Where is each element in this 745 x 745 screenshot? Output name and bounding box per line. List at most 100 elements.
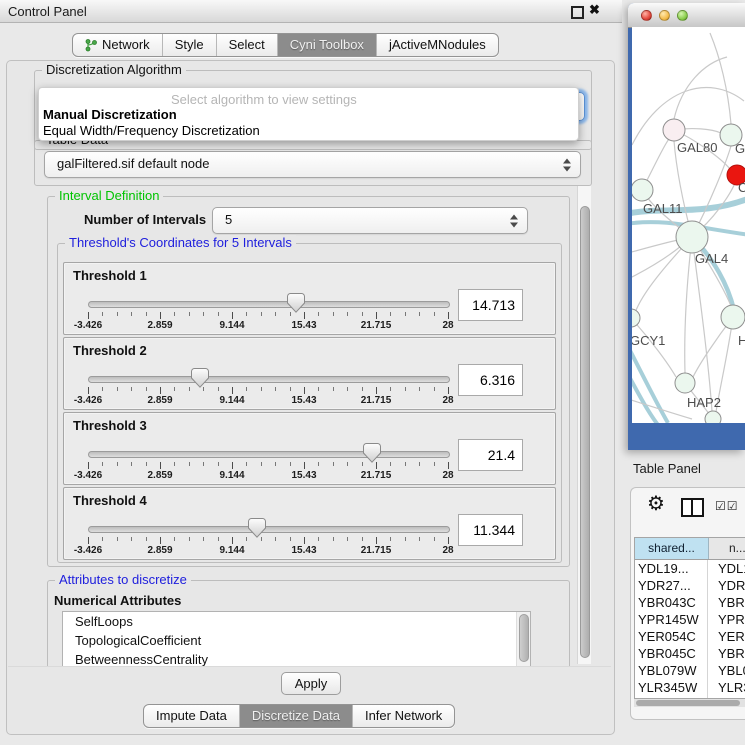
node-gal11[interactable] — [632, 179, 653, 201]
panel-title: Control Panel — [8, 4, 87, 19]
slider-handle[interactable] — [363, 443, 381, 463]
algorithm-dropdown-popup: Select algorithm to view settings Manual… — [38, 87, 579, 141]
slider-handle[interactable] — [248, 518, 266, 538]
node-label: GAL4 — [695, 251, 728, 266]
apply-button[interactable]: Apply — [281, 672, 341, 695]
table-cell: YER054C — [635, 628, 708, 645]
table-data-combobox[interactable]: galFiltered.sif default node — [44, 151, 581, 178]
tab-discretize-data[interactable]: Discretize Data — [240, 705, 353, 727]
split-view-icon[interactable] — [681, 498, 704, 517]
scrollbar-thumb[interactable] — [580, 206, 590, 658]
threshold-1-slider[interactable] — [88, 301, 450, 308]
float-window-icon[interactable] — [571, 6, 584, 19]
tab-label: jActiveMNodules — [389, 34, 486, 56]
screen: Control Panel ✖ Network Style Select Cyn… — [0, 0, 745, 745]
threshold-2-value[interactable]: 6.316 — [458, 364, 523, 396]
node-label: GAL80 — [677, 140, 717, 155]
tab-select[interactable]: Select — [217, 34, 278, 56]
node-gal80[interactable] — [663, 119, 685, 141]
slider-handle[interactable] — [287, 293, 305, 313]
tab-jactivemnodules[interactable]: jActiveMNodules — [377, 34, 498, 56]
table-header: shared... n... — [635, 538, 745, 560]
dropdown-hint: Select algorithm to view settings — [171, 92, 357, 107]
table-row[interactable]: YBR045CYBR0 — [635, 645, 745, 662]
tab-cyni-toolbox[interactable]: Cyni Toolbox — [278, 34, 377, 56]
slider-ruler: -3.4262.8599.14415.4321.71528 — [88, 462, 448, 481]
node-label: GA — [735, 141, 745, 156]
node-gcy1[interactable] — [632, 309, 640, 327]
slider-handle[interactable] — [191, 368, 209, 388]
list-item[interactable]: SelfLoops — [63, 612, 530, 631]
node-gal4[interactable] — [676, 221, 708, 253]
column-header-shared-name[interactable]: shared... — [635, 538, 709, 559]
network-canvas[interactable]: GAL80 GA C GAL11 GAL4 GCY1 H HAP2 — [632, 27, 745, 423]
minimize-traffic-light-icon[interactable] — [659, 10, 670, 21]
threshold-4-value[interactable]: 11.344 — [458, 514, 523, 546]
table-row[interactable]: YPR145WYPR1 — [635, 611, 745, 628]
combobox-value: galFiltered.sif default node — [57, 156, 209, 171]
table-row[interactable]: YDR27...YDR2 — [635, 577, 745, 594]
group-title: Threshold's Coordinates for 5 Intervals — [65, 235, 296, 250]
scrollbar-thumb[interactable] — [636, 700, 740, 706]
close-icon[interactable]: ✖ — [589, 2, 600, 18]
table-cell: YBL079W — [635, 662, 708, 679]
top-tab-bar: Network Style Select Cyni Toolbox jActiv… — [72, 33, 499, 57]
group-title: Attributes to discretize — [55, 572, 191, 587]
list-item[interactable]: TopologicalCoefficient — [63, 631, 530, 650]
control-panel-titlebar: Control Panel ✖ — [0, 0, 622, 23]
combobox-value: 5 — [225, 212, 232, 227]
table-row[interactable]: YLR345WYLR3 — [635, 679, 745, 696]
table-panel-title: Table Panel — [633, 461, 701, 476]
tab-label: Style — [175, 34, 204, 56]
table-cell: YPR1 — [708, 611, 745, 628]
tab-label: Cyni Toolbox — [290, 34, 364, 56]
table-cell: YDL1 — [708, 560, 745, 577]
dropdown-option-manual[interactable]: Manual Discretization — [43, 107, 177, 123]
node[interactable] — [705, 411, 721, 423]
node[interactable] — [721, 305, 745, 329]
threshold-label: Threshold 3 — [73, 418, 147, 433]
network-icon — [85, 38, 97, 52]
tab-network[interactable]: Network — [73, 34, 163, 56]
tab-impute-data[interactable]: Impute Data — [144, 705, 240, 727]
number-of-intervals-combobox[interactable]: 5 — [212, 207, 528, 234]
table-cell: YBR043C — [635, 594, 708, 611]
zoom-traffic-light-icon[interactable] — [677, 10, 688, 21]
threshold-3-slider[interactable] — [88, 451, 450, 458]
control-panel-scrollbar[interactable] — [577, 186, 591, 664]
tab-style[interactable]: Style — [163, 34, 217, 56]
table-row[interactable]: YBR043CYBR0 — [635, 594, 745, 611]
bottom-tab-bar: Impute Data Discretize Data Infer Networ… — [143, 704, 455, 728]
threshold-1-value[interactable]: 14.713 — [458, 289, 523, 321]
threshold-2-slider[interactable] — [88, 376, 450, 383]
table-horizontal-scrollbar[interactable] — [634, 699, 745, 707]
node-label: GCY1 — [632, 333, 665, 348]
tab-label: Infer Network — [365, 705, 442, 727]
table-body: YDL19...YDL1YDR27...YDR2YBR043CYBR0YPR14… — [635, 560, 745, 699]
table-cell: YDR2 — [708, 577, 745, 594]
threshold-label: Threshold 1 — [73, 268, 147, 283]
tab-infer-network[interactable]: Infer Network — [353, 705, 454, 727]
table-row[interactable]: YBL079WYBL0 — [635, 662, 745, 679]
threshold-3-panel: Threshold 3 -3.4262.8599.14415.4321.7152… — [63, 412, 556, 485]
scrollbar-thumb[interactable] — [519, 614, 529, 662]
table-cell: YBR0 — [708, 645, 745, 662]
updown-icon — [563, 158, 571, 171]
dropdown-option-equal-width[interactable]: Equal Width/Frequency Discretization — [43, 123, 260, 139]
column-header-name[interactable]: n... — [709, 538, 745, 559]
table-row[interactable]: YER054CYER0 — [635, 628, 745, 645]
node-label: GAL11 — [643, 201, 683, 216]
checkbox-icons[interactable]: ☑☑ — [715, 499, 739, 513]
threshold-1-panel: Threshold 1 -3.4262.8599.14415.4321.7152… — [63, 262, 556, 335]
node-hap2[interactable] — [675, 373, 695, 393]
threshold-label: Threshold 4 — [73, 493, 147, 508]
close-traffic-light-icon[interactable] — [641, 10, 652, 21]
node-label: HAP2 — [687, 395, 721, 410]
tab-label: Discretize Data — [252, 705, 340, 727]
threshold-4-slider[interactable] — [88, 526, 450, 533]
table-row[interactable]: YDL19...YDL1 — [635, 560, 745, 577]
threshold-3-value[interactable]: 21.4 — [458, 439, 523, 471]
gear-icon[interactable]: ⚙ — [647, 491, 665, 516]
tab-label: Network — [102, 34, 150, 56]
updown-icon — [510, 214, 518, 227]
